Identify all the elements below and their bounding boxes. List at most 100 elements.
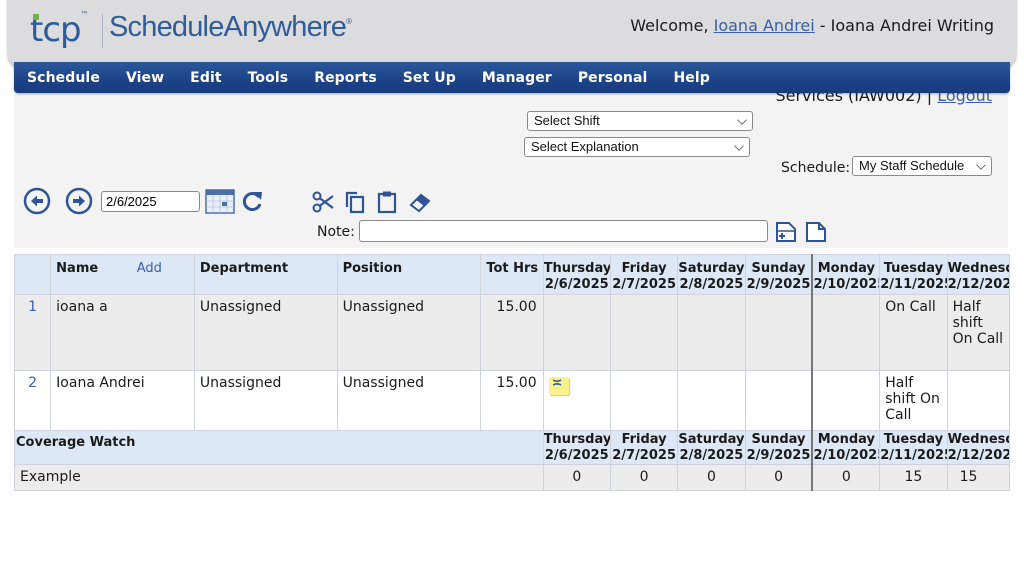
eraser-icon[interactable]	[408, 191, 432, 213]
scissors-icon[interactable]	[312, 191, 334, 213]
select-shift-dropdown[interactable]: Select Shift	[527, 111, 753, 131]
day-name: Thursday	[543, 432, 611, 447]
menu-help[interactable]: Help	[673, 70, 709, 86]
schedule-cell[interactable]	[744, 370, 813, 431]
day-header-monday[interactable]: Monday 2/10/2025	[811, 254, 881, 295]
prev-arrow-icon[interactable]	[23, 187, 51, 215]
day-name: Saturday	[678, 432, 745, 447]
user-profile-link[interactable]: Ioana Andrei	[714, 16, 815, 35]
schedule-cell[interactable]	[811, 370, 881, 431]
menu-schedule[interactable]: Schedule	[27, 70, 100, 86]
next-arrow-icon[interactable]	[65, 187, 93, 215]
day-date: 2/7/2025	[612, 448, 676, 463]
day-name: Friday	[621, 261, 667, 276]
coverage-header-row: Coverage Watch Thursday 2/6/2025 Friday 2/…	[14, 430, 1011, 465]
menu-manager[interactable]: Manager	[482, 70, 552, 86]
day-header-wednesday[interactable]: Wednesday2/12/2025	[946, 254, 1011, 295]
grid-header-row: Name Add Department Position Tot Hrs Thu…	[13, 254, 1011, 295]
day-header-sunday[interactable]: Sunday 2/9/2025	[744, 254, 813, 295]
chevron-down-icon	[737, 115, 747, 125]
day-name: Sunday	[751, 261, 806, 276]
row-number[interactable]: 2	[13, 370, 52, 431]
schedule-cell[interactable]: Half shift On Call	[946, 294, 1011, 371]
note-icon[interactable]	[805, 221, 827, 243]
day-name: Tuesday	[883, 432, 944, 447]
coverage-day-header: Monday 2/10/2025	[811, 430, 881, 465]
employee-name[interactable]: Ioana Andrei	[50, 370, 195, 431]
schedule-cell[interactable]: On Call	[879, 294, 948, 371]
note-input[interactable]	[359, 220, 768, 242]
schedule-cell[interactable]	[946, 370, 1011, 431]
coverage-day-header: Wednesday2/12/2025	[946, 430, 1011, 465]
welcome-suffix: - Ioana Andrei Writing	[814, 16, 994, 35]
coverage-value: 0	[744, 464, 813, 491]
sticky-note-icon[interactable]	[548, 376, 569, 395]
schedule-cell[interactable]	[677, 370, 746, 431]
tot-hrs-header: Tot Hrs	[480, 254, 544, 295]
department-header: Department	[193, 254, 338, 295]
schedule-cell[interactable]	[542, 370, 611, 431]
schedule-cell[interactable]	[542, 294, 611, 371]
select-shift-value: Select Shift	[534, 113, 600, 128]
menu-reports[interactable]: Reports	[314, 70, 377, 86]
day-name: Sunday	[751, 432, 806, 447]
employee-position: Unassigned	[336, 294, 482, 371]
schedule-cell[interactable]	[744, 294, 813, 371]
day-header-thursday[interactable]: Thursday 2/6/2025	[542, 254, 611, 295]
employee-position: Unassigned	[336, 370, 482, 431]
welcome-message: Welcome, Ioana Andrei - Ioana Andrei Wri…	[630, 16, 994, 35]
copy-icon[interactable]	[344, 190, 366, 214]
day-date: 2/10/2025	[813, 448, 880, 463]
date-input[interactable]	[101, 191, 200, 212]
add-employee-link[interactable]: Add	[137, 261, 162, 276]
select-explanation-dropdown[interactable]: Select Explanation	[524, 137, 750, 157]
day-date: 2/6/2025	[544, 277, 609, 292]
schedule-toolbar: Services (IAW002) | Logout Select Shift …	[14, 86, 1008, 248]
coverage-day-header: Sunday 2/9/2025	[744, 430, 813, 465]
coverage-watch-title: Coverage Watch	[14, 430, 544, 465]
day-name: Friday	[621, 432, 667, 447]
app-header: tcp™ ScheduleAnywhere® Welcome, Ioana An…	[8, 0, 1016, 68]
day-header-friday[interactable]: Friday 2/7/2025	[609, 254, 679, 295]
day-name: Thursday	[543, 261, 611, 276]
schedule-cell[interactable]	[609, 294, 679, 371]
menu-set-up[interactable]: Set Up	[403, 70, 456, 86]
schedule-grid: Name Add Department Position Tot Hrs Thu…	[13, 254, 1011, 491]
add-note-icon[interactable]	[775, 221, 797, 243]
schedule-cell[interactable]	[609, 370, 679, 431]
chevron-down-icon	[976, 160, 986, 170]
coverage-value: 0	[811, 464, 881, 491]
schedule-cell[interactable]	[811, 294, 881, 371]
row-number-header	[13, 254, 52, 295]
name-header: Name Add	[50, 254, 195, 295]
row-number[interactable]: 1	[13, 294, 52, 371]
day-header-tuesday[interactable]: Tuesday 2/11/2025	[879, 254, 948, 295]
day-name: Monday	[817, 261, 875, 276]
schedule-cell[interactable]: Half shift On Call	[879, 370, 948, 431]
employee-name[interactable]: ioana a	[50, 294, 195, 371]
logo-divider	[102, 14, 103, 48]
employee-department: Unassigned	[193, 370, 338, 431]
calendar-icon[interactable]	[205, 189, 235, 214]
day-name: Wednesday	[947, 432, 1008, 447]
schedule-dropdown[interactable]: My Staff Schedule	[852, 156, 992, 176]
name-header-label: Name	[56, 261, 99, 276]
schedule-cell[interactable]	[677, 294, 746, 371]
paste-icon[interactable]	[376, 190, 398, 214]
coverage-day-header: Tuesday 2/11/2025	[879, 430, 948, 465]
day-date: 2/12/2025	[947, 448, 1008, 463]
menu-tools[interactable]: Tools	[248, 70, 289, 86]
day-header-saturday[interactable]: Saturday 2/8/2025	[677, 254, 746, 295]
schedule-value: My Staff Schedule	[859, 158, 965, 173]
tcp-logo: tcp™	[30, 10, 89, 50]
coverage-value: 0	[542, 464, 611, 491]
coverage-day-header: Saturday 2/8/2025	[677, 430, 746, 465]
menu-view[interactable]: View	[126, 70, 164, 86]
logo-tcp-rest: cp	[42, 10, 81, 50]
day-name: Monday	[817, 432, 875, 447]
refresh-icon[interactable]	[240, 189, 264, 213]
day-date: 2/9/2025	[746, 448, 811, 463]
day-name: Saturday	[678, 261, 745, 276]
menu-edit[interactable]: Edit	[190, 70, 221, 86]
menu-personal[interactable]: Personal	[578, 70, 648, 86]
